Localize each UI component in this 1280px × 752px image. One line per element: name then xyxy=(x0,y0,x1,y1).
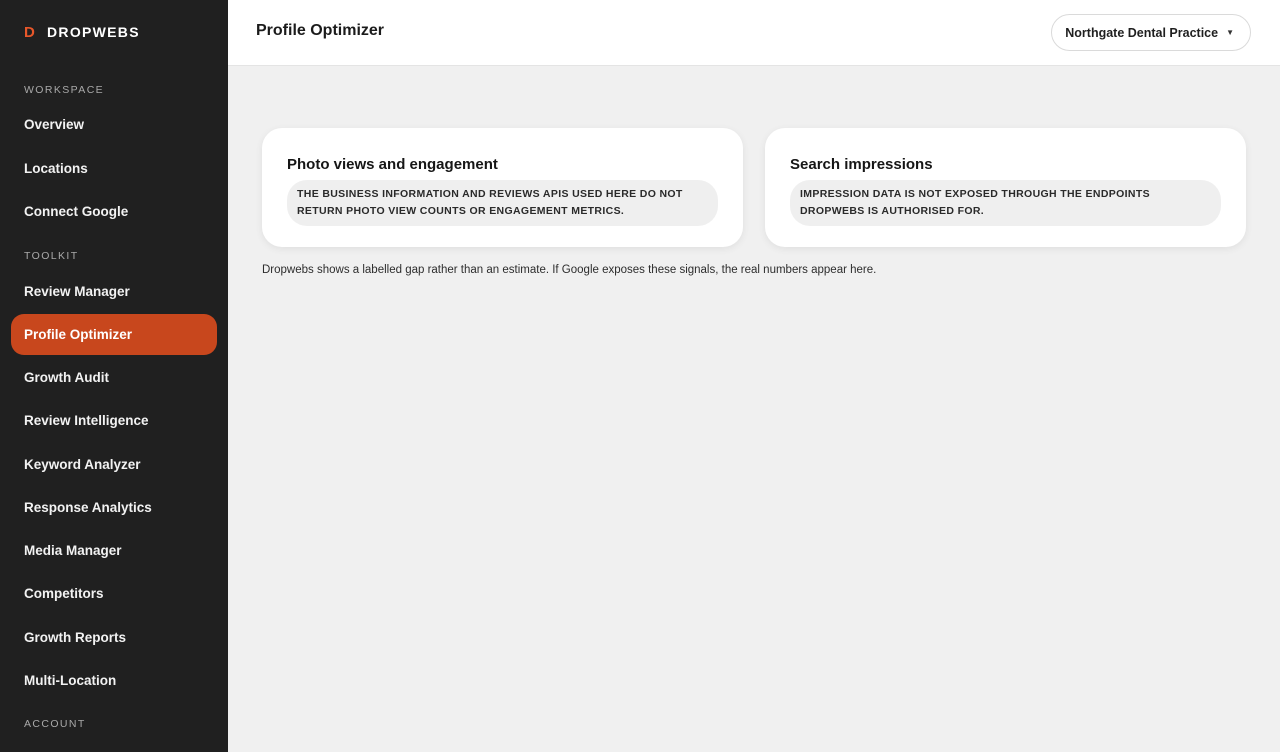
sidebar-item-response-analytics[interactable]: Response Analytics xyxy=(11,487,217,528)
brand-name: DROPWEBS xyxy=(47,24,140,40)
sidebar-item-growth-audit[interactable]: Growth Audit xyxy=(11,357,217,398)
sidebar-item-competitors[interactable]: Competitors xyxy=(11,573,217,614)
card-photo-views: Photo views and engagement THE BUSINESS … xyxy=(262,128,743,247)
sidebar-item-review-manager[interactable]: Review Manager xyxy=(11,271,217,312)
card-title: Photo views and engagement xyxy=(287,156,498,173)
sidebar-item-review-intelligence[interactable]: Review Intelligence xyxy=(11,400,217,441)
section-label-workspace: WORKSPACE xyxy=(24,84,105,96)
location-select-value: Northgate Dental Practice xyxy=(1065,25,1219,40)
sidebar-item-keyword-analyzer[interactable]: Keyword Analyzer xyxy=(11,444,217,485)
sidebar-item-profile-optimizer[interactable]: Profile Optimizer xyxy=(11,314,217,355)
section-label-account: ACCOUNT xyxy=(24,718,86,730)
sidebar-item-connect-google[interactable]: Connect Google xyxy=(11,191,217,232)
data-gap-footnote: Dropwebs shows a labelled gap rather tha… xyxy=(262,264,877,276)
sidebar-item-media-manager[interactable]: Media Manager xyxy=(11,530,217,571)
sidebar-item-overview[interactable]: Overview xyxy=(11,104,217,145)
app-root: D DROPWEBS WORKSPACE Overview Locations … xyxy=(0,0,1280,752)
card-unavailable-note: IMPRESSION DATA IS NOT EXPOSED THROUGH T… xyxy=(790,180,1221,226)
brand-logo[interactable]: D DROPWEBS xyxy=(24,22,140,42)
sidebar-item-locations[interactable]: Locations xyxy=(11,148,217,189)
location-select[interactable]: Northgate Dental Practice ▼ xyxy=(1051,14,1251,51)
card-unavailable-note: THE BUSINESS INFORMATION AND REVIEWS API… xyxy=(287,180,718,226)
page-title: Profile Optimizer xyxy=(256,22,385,39)
section-label-toolkit: TOOLKIT xyxy=(24,250,79,262)
sidebar-item-multi-location[interactable]: Multi-Location xyxy=(11,660,217,701)
top-header: Profile Optimizer Northgate Dental Pract… xyxy=(228,0,1280,66)
card-search-impressions: Search impressions IMPRESSION DATA IS NO… xyxy=(765,128,1246,247)
card-title: Search impressions xyxy=(790,156,933,173)
brand-mark-icon: D xyxy=(24,23,35,41)
sidebar-item-growth-reports[interactable]: Growth Reports xyxy=(11,617,217,658)
sidebar: D DROPWEBS WORKSPACE Overview Locations … xyxy=(0,0,228,752)
chevron-down-icon: ▼ xyxy=(1226,28,1234,37)
